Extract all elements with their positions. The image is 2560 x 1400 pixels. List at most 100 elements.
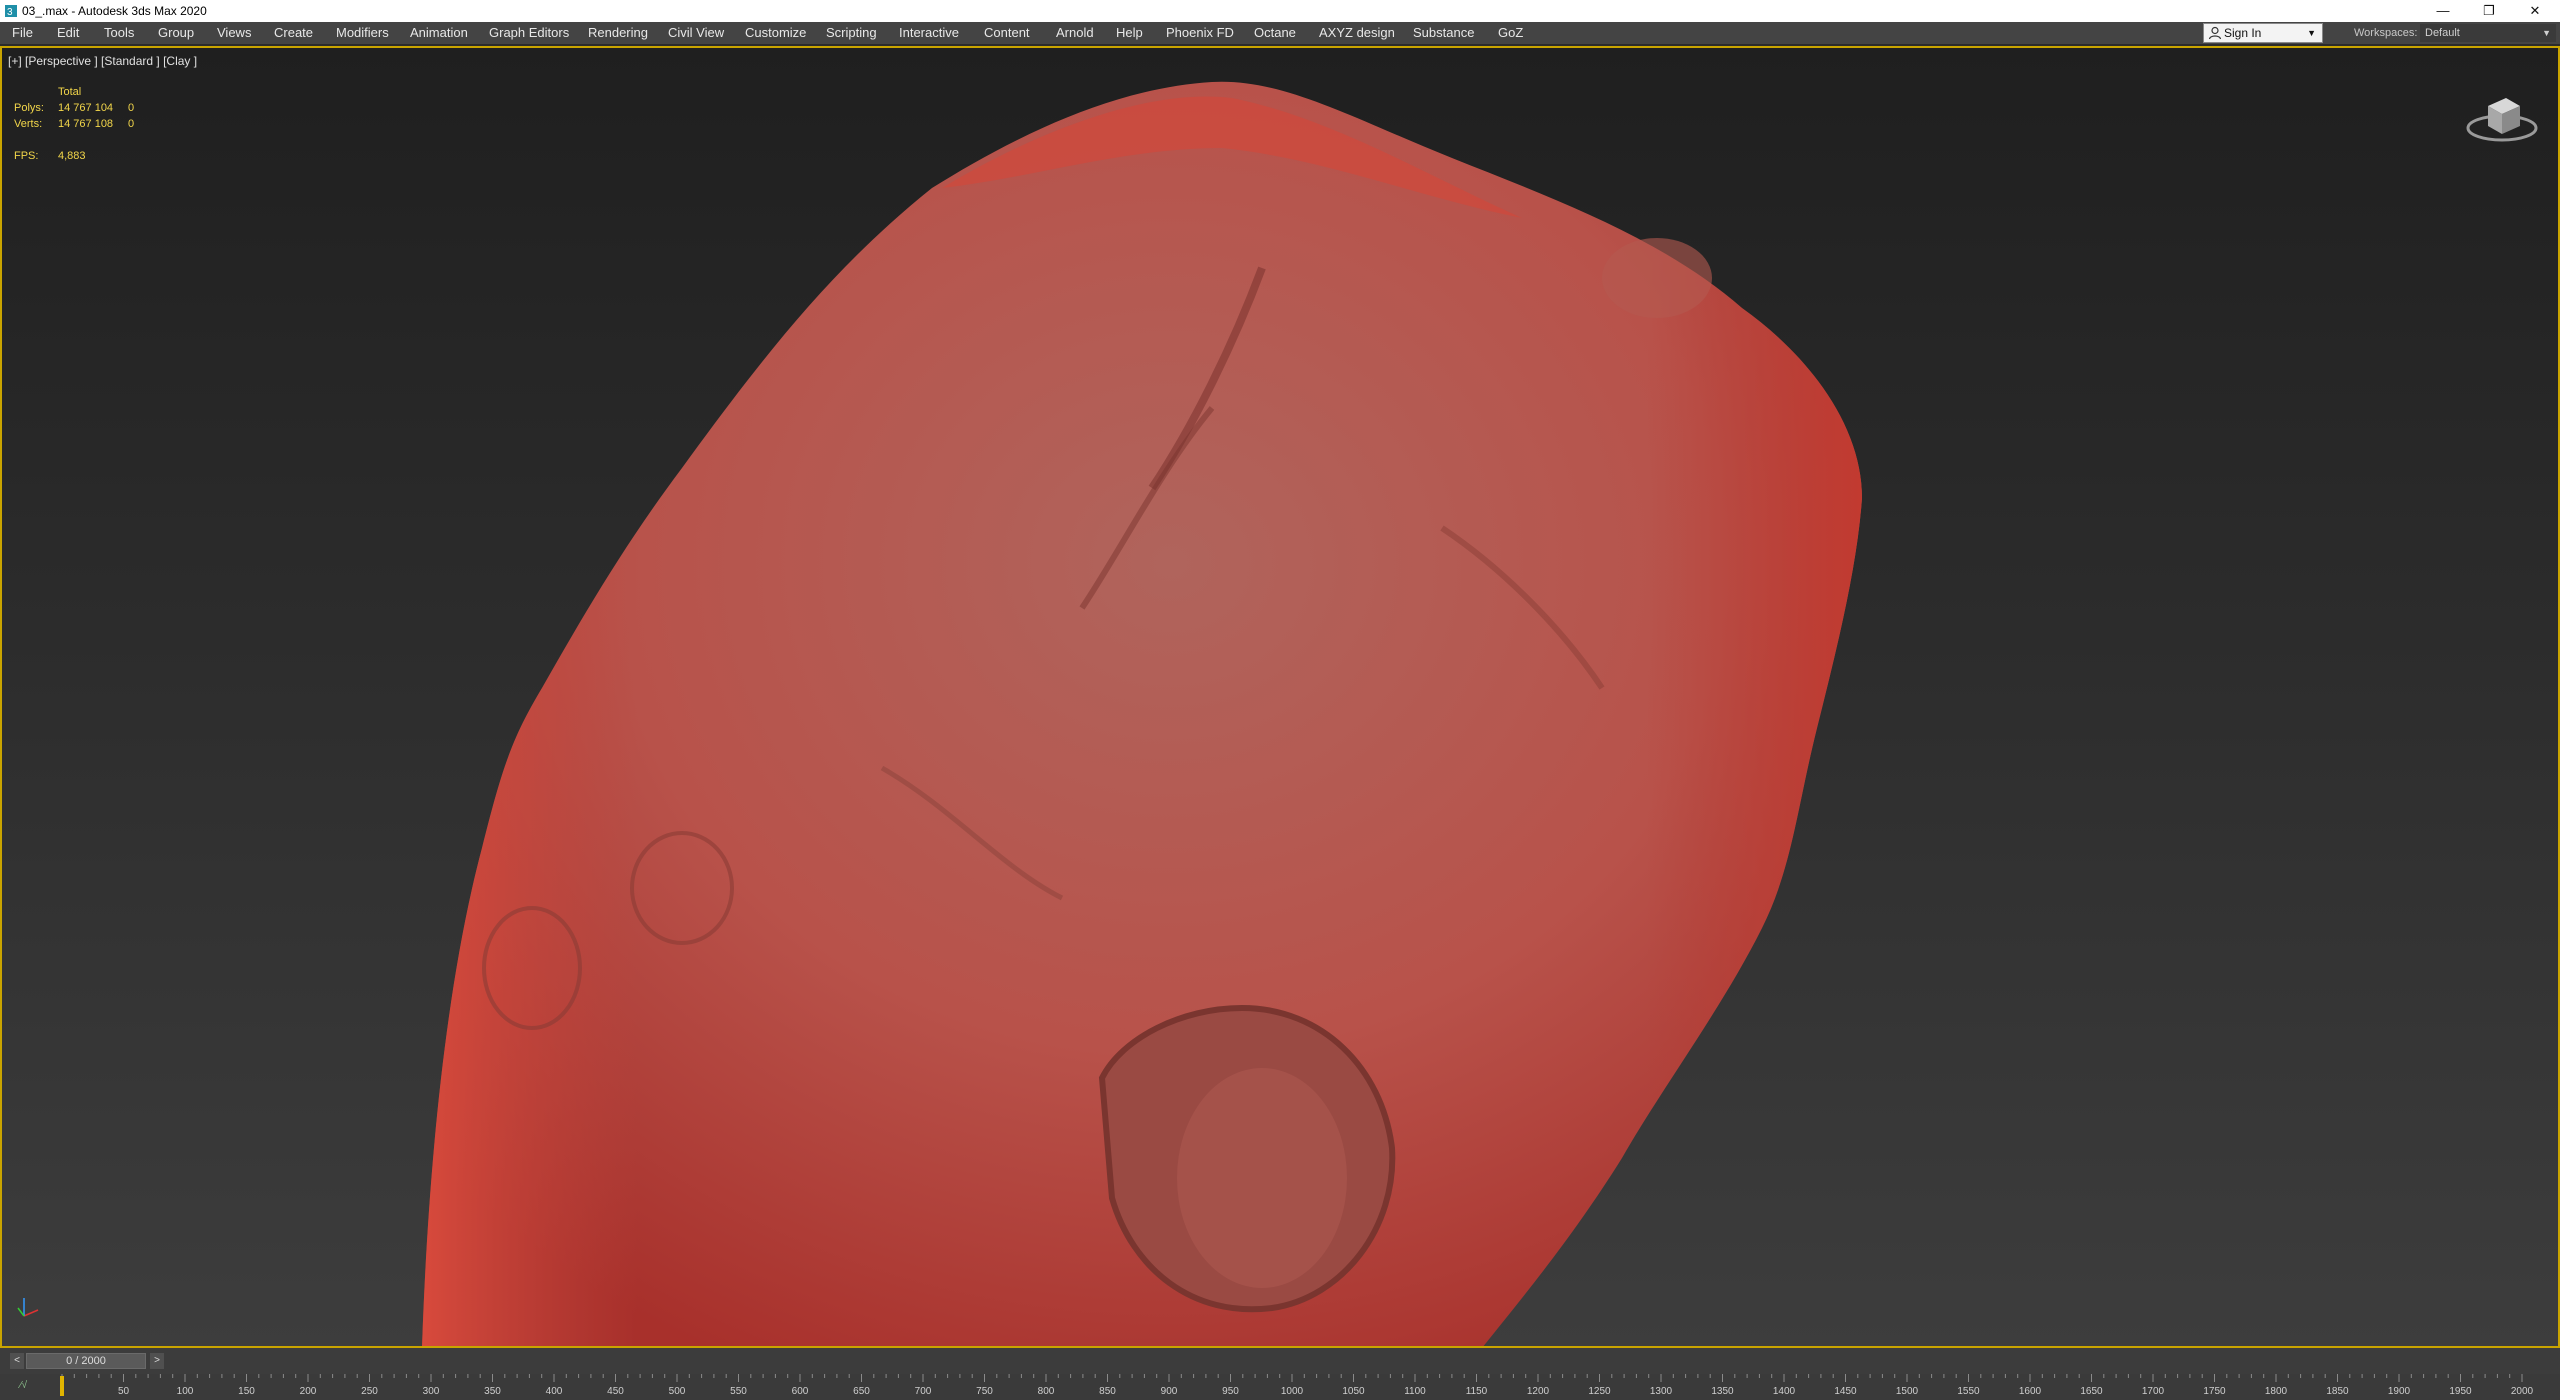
track-tick-label: 1900 (2388, 1386, 2411, 1397)
track-tick-label: 1250 (1588, 1386, 1611, 1397)
track-tick-label: 800 (1038, 1386, 1055, 1397)
viewport-label[interactable]: [+] [Perspective ] [Standard ] [Clay ] (8, 54, 197, 68)
menu-axyz-design[interactable]: AXYZ design (1319, 22, 1395, 44)
menu-civil-view[interactable]: Civil View (668, 22, 724, 44)
track-tick-label: 1000 (1281, 1386, 1304, 1397)
menu-bar: File Edit Tools Group Views Create Modif… (0, 22, 2560, 44)
time-slider[interactable]: < 0 / 2000 > (0, 1348, 2560, 1374)
chevron-down-icon: ▼ (2542, 28, 2551, 38)
track-tick-label: 1850 (2326, 1386, 2349, 1397)
perspective-viewport[interactable]: [+] [Perspective ] [Standard ] [Clay ] T… (0, 46, 2560, 1348)
track-tick-label: 1550 (1957, 1386, 1980, 1397)
track-tick-label: 650 (853, 1386, 870, 1397)
title-bar: 3 03_.max - Autodesk 3ds Max 2020 — ❐ ✕ (0, 0, 2560, 22)
close-button[interactable]: ✕ (2512, 0, 2558, 22)
track-tick-label: 850 (1099, 1386, 1116, 1397)
track-tick-label: 100 (177, 1386, 194, 1397)
rock-mesh[interactable] (2, 48, 2558, 1346)
next-frame-button[interactable]: > (150, 1353, 164, 1369)
track-tick-label: 500 (669, 1386, 686, 1397)
chevron-down-icon: ▼ (2307, 28, 2316, 38)
track-tick-label: 300 (423, 1386, 440, 1397)
window-title: 03_.max - Autodesk 3ds Max 2020 (22, 4, 207, 18)
menu-substance[interactable]: Substance (1413, 22, 1474, 44)
track-tick-label: 450 (607, 1386, 624, 1397)
track-tick-label: 1700 (2142, 1386, 2165, 1397)
menu-file[interactable]: File (12, 22, 33, 44)
menu-goz[interactable]: GoZ (1498, 22, 1523, 44)
workspace-value: Default (2425, 27, 2460, 39)
stats-header: Total (58, 86, 82, 98)
sign-in-label: Sign In (2224, 26, 2262, 40)
menu-edit[interactable]: Edit (57, 22, 79, 44)
menu-content[interactable]: Content (984, 22, 1030, 44)
track-tick-label: 600 (792, 1386, 809, 1397)
user-icon (2208, 26, 2222, 40)
menu-octane[interactable]: Octane (1254, 22, 1296, 44)
track-tick-label: 2000 (2511, 1386, 2534, 1397)
verts-label: Verts: (14, 118, 43, 130)
axis-tripod-icon (17, 1298, 39, 1317)
track-tick-label: 400 (546, 1386, 563, 1397)
menu-scripting[interactable]: Scripting (826, 22, 877, 44)
track-tick-label: 1450 (1834, 1386, 1857, 1397)
menu-group[interactable]: Group (158, 22, 194, 44)
verts-value: 14 767 108 (58, 118, 114, 130)
menu-phoenix-fd[interactable]: Phoenix FD (1166, 22, 1234, 44)
menu-tools[interactable]: Tools (104, 22, 134, 44)
minimize-button[interactable]: — (2420, 0, 2466, 22)
time-slider-thumb[interactable]: 0 / 2000 (26, 1353, 146, 1369)
svg-text:3: 3 (7, 7, 13, 18)
menu-customize[interactable]: Customize (745, 22, 806, 44)
menu-modifiers[interactable]: Modifiers (336, 22, 389, 44)
verts-selected: 0 (128, 118, 135, 130)
track-tick-label: 1800 (2265, 1386, 2288, 1397)
track-tick-label: 200 (300, 1386, 317, 1397)
track-tick-label: 950 (1222, 1386, 1239, 1397)
track-tick-label: 1100 (1404, 1386, 1426, 1397)
track-tick-label: 1200 (1527, 1386, 1550, 1397)
track-tick-label: 1400 (1773, 1386, 1796, 1397)
fps-value: 4,883 (58, 150, 86, 162)
track-tick-label: 1150 (1466, 1386, 1488, 1397)
track-tick-label: 150 (238, 1386, 255, 1397)
track-tick-label: 50 (118, 1386, 130, 1397)
sign-in-dropdown[interactable]: Sign In ▼ (2203, 23, 2323, 43)
track-ruler[interactable]: 50 100 150 200 250 300 350 400 450 500 550 600 650 70… (60, 1374, 2540, 1400)
track-tick-label: 1300 (1650, 1386, 1673, 1397)
track-tick-label: 1600 (2019, 1386, 2042, 1397)
track-tick-label: 1050 (1342, 1386, 1365, 1397)
viewcube-icon[interactable] (2462, 78, 2542, 158)
menu-help[interactable]: Help (1116, 22, 1143, 44)
track-tick-label: 550 (730, 1386, 747, 1397)
track-tick-label: 350 (484, 1386, 501, 1397)
menu-arnold[interactable]: Arnold (1056, 22, 1094, 44)
key-filter-icon[interactable]: ⁄√ (20, 1380, 27, 1391)
track-tick-label: 250 (361, 1386, 378, 1397)
polys-selected: 0 (128, 102, 135, 114)
track-tick-label: 900 (1161, 1386, 1178, 1397)
track-tick-label: 1500 (1896, 1386, 1919, 1397)
menu-create[interactable]: Create (274, 22, 313, 44)
fps-label: FPS: (14, 150, 39, 162)
track-tick-label: 750 (976, 1386, 993, 1397)
track-bar[interactable]: ⁄√ 50 100 150 200 250 300 350 400 450 500 550 600 65… (0, 1374, 2560, 1400)
polys-label: Polys: (14, 102, 44, 114)
menu-rendering[interactable]: Rendering (588, 22, 648, 44)
polys-value: 14 767 104 (58, 102, 114, 114)
track-tick-label: 1750 (2203, 1386, 2226, 1397)
menu-animation[interactable]: Animation (410, 22, 468, 44)
workspace-select[interactable]: Default ▼ (2420, 24, 2556, 42)
prev-frame-button[interactable]: < (10, 1353, 24, 1369)
workspaces-label: Workspaces: (2354, 27, 2418, 39)
restore-button[interactable]: ❐ (2466, 0, 2512, 22)
menu-interactive[interactable]: Interactive (899, 22, 959, 44)
current-frame-marker[interactable] (60, 1376, 64, 1396)
track-tick-label: 1350 (1711, 1386, 1734, 1397)
track-tick-label: 1950 (2449, 1386, 2472, 1397)
track-tick-label: 1650 (2080, 1386, 2103, 1397)
app-icon: 3 (5, 5, 17, 18)
menu-views[interactable]: Views (217, 22, 251, 44)
menu-graph-editors[interactable]: Graph Editors (489, 22, 569, 44)
track-tick-label: 700 (915, 1386, 932, 1397)
